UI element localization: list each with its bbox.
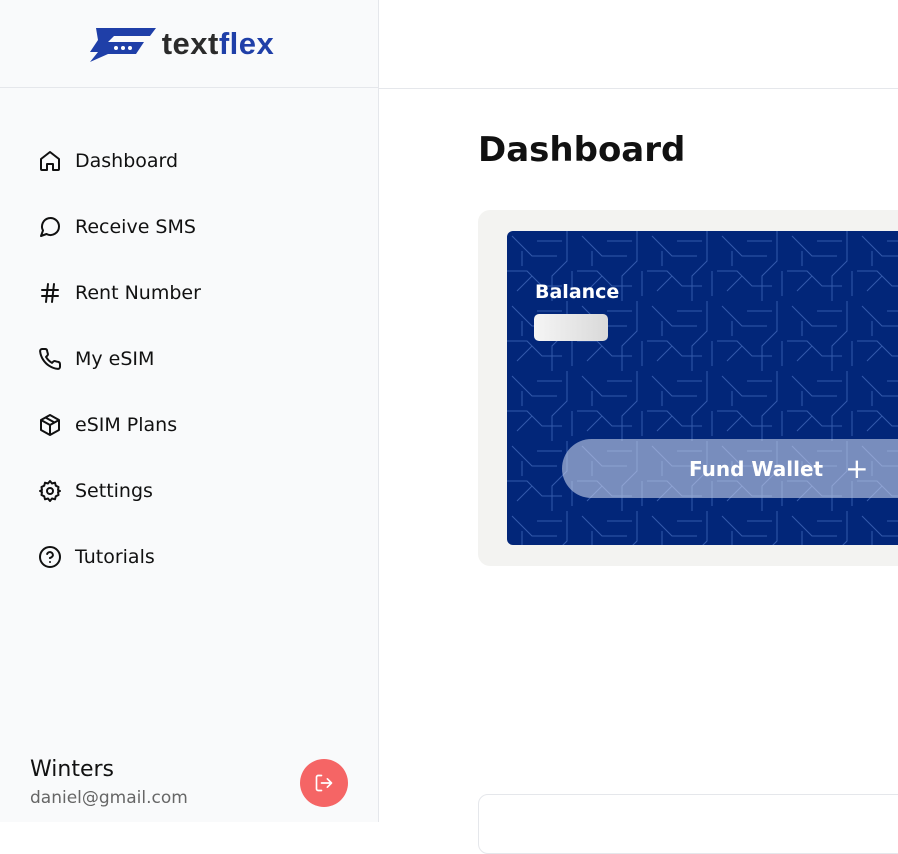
fund-wallet-button[interactable]: Fund Wallet + [562, 439, 898, 498]
balance-card: Balance Fund Wallet + [507, 231, 898, 545]
sidebar-item-rent-number[interactable]: Rent Number [38, 260, 201, 326]
user-info: Winters daniel@gmail.com [30, 757, 188, 808]
textflex-logo-icon [89, 27, 156, 62]
sidebar-item-receive-sms[interactable]: Receive SMS [38, 194, 201, 260]
balance-label: Balance [535, 281, 620, 303]
message-circle-icon [40, 217, 60, 237]
sidebar-item-settings[interactable]: Settings [38, 458, 201, 524]
phone-icon [39, 347, 62, 370]
logo[interactable]: textflex [0, 0, 378, 88]
sidebar-item-my-esim[interactable]: My eSIM [38, 326, 201, 392]
sidebar-item-dashboard[interactable]: Dashboard [38, 128, 201, 194]
plus-icon: + [845, 452, 869, 485]
top-bar [379, 0, 898, 89]
package-icon [40, 414, 60, 436]
gear-icon [39, 480, 61, 502]
page-title: Dashboard [478, 130, 686, 170]
sidebar-item-esim-plans[interactable]: eSIM Plans [38, 392, 201, 458]
balance-value-placeholder [534, 314, 608, 341]
logout-icon [315, 774, 333, 792]
sidebar-item-tutorials[interactable]: Tutorials [38, 524, 201, 590]
user-email: daniel@gmail.com [30, 788, 188, 808]
bottom-card [478, 794, 898, 854]
user-name: Winters [30, 757, 114, 782]
sidebar-nav: Dashboard Receive SMS Rent Number My eSI… [38, 128, 201, 590]
home-icon [40, 151, 60, 171]
logout-button[interactable] [300, 759, 348, 807]
logo-text: textflex [161, 25, 275, 61]
hash-icon [41, 283, 59, 303]
help-circle-icon [39, 546, 61, 568]
sidebar: textflex Dashboard Receive SMS Rent Numb… [0, 0, 379, 822]
